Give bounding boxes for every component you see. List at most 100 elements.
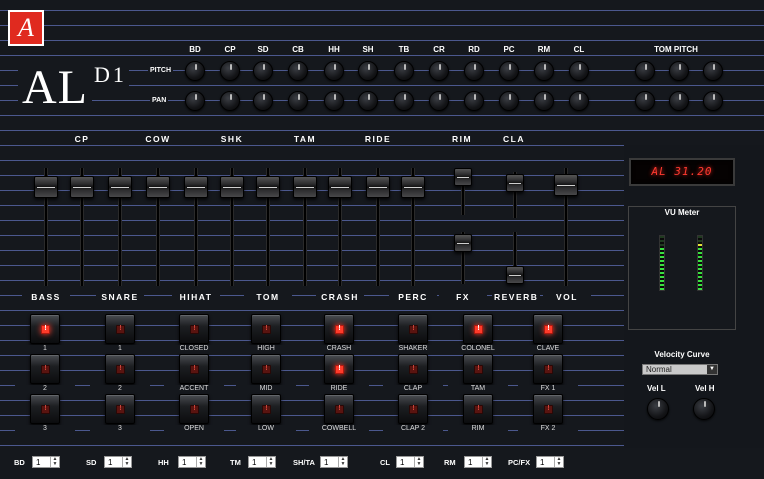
pitch-knob-cl[interactable]	[569, 61, 589, 81]
fader-handle-3[interactable]	[108, 176, 132, 198]
pad-3-3[interactable]	[179, 394, 209, 424]
midi-stepper-value: 1	[108, 458, 113, 467]
pad-led	[262, 405, 271, 414]
pan-knob-bd[interactable]	[185, 91, 205, 111]
stepper-arrows-icon[interactable]: ▲ ▼	[196, 457, 205, 467]
fader-handle-4[interactable]	[146, 176, 170, 198]
pad-2-3[interactable]	[179, 354, 209, 384]
stepper-arrows-icon[interactable]: ▲ ▼	[122, 457, 131, 467]
pad-1-8[interactable]	[533, 314, 563, 344]
pitch-knob-bd[interactable]	[185, 61, 205, 81]
tom-pan-knob-2[interactable]	[669, 91, 689, 111]
pan-knob-cl[interactable]	[569, 91, 589, 111]
pad-2-6[interactable]	[398, 354, 428, 384]
pad-1-6[interactable]	[398, 314, 428, 344]
velocity-curve-select[interactable]: Normal ▼	[642, 364, 718, 375]
vel-h-knob[interactable]	[693, 398, 715, 420]
pad-1-3[interactable]	[179, 314, 209, 344]
fx-upper-handle[interactable]	[454, 168, 472, 186]
pitch-knob-pc[interactable]	[499, 61, 519, 81]
stepper-arrows-icon[interactable]: ▲ ▼	[414, 457, 423, 467]
fader-handle-2[interactable]	[70, 176, 94, 198]
midi-stepper-bd[interactable]: 1 ▲ ▼	[32, 456, 60, 468]
fader-handle-11[interactable]	[401, 176, 425, 198]
fx-lower-handle[interactable]	[454, 234, 472, 252]
pitch-knob-cr[interactable]	[429, 61, 449, 81]
pad-2-8[interactable]	[533, 354, 563, 384]
stepper-arrows-icon[interactable]: ▲ ▼	[50, 457, 59, 467]
pad-1-5[interactable]	[324, 314, 354, 344]
pad-label-3-2: 3	[90, 425, 150, 432]
vu-segment	[698, 284, 702, 286]
pan-knob-cr[interactable]	[429, 91, 449, 111]
pitch-knob-sd[interactable]	[253, 61, 273, 81]
pad-3-6[interactable]	[398, 394, 428, 424]
tom-pan-knob-3[interactable]	[703, 91, 723, 111]
stepper-arrows-icon[interactable]: ▲ ▼	[266, 457, 275, 467]
pad-2-4[interactable]	[251, 354, 281, 384]
tom-pitch-knob-3[interactable]	[703, 61, 723, 81]
pad-3-1[interactable]	[30, 394, 60, 424]
pitch-knob-tb[interactable]	[394, 61, 414, 81]
midi-stepper-cl[interactable]: 1 ▲ ▼	[396, 456, 424, 468]
pan-knob-sh[interactable]	[358, 91, 378, 111]
pad-1-2[interactable]	[105, 314, 135, 344]
pad-3-7[interactable]	[463, 394, 493, 424]
stepper-arrows-icon[interactable]: ▲ ▼	[554, 457, 563, 467]
pitch-knob-rm[interactable]	[534, 61, 554, 81]
tom-pitch-knob-2[interactable]	[669, 61, 689, 81]
pad-2-5[interactable]	[324, 354, 354, 384]
pan-knob-rd[interactable]	[464, 91, 484, 111]
pitch-knob-cp[interactable]	[220, 61, 240, 81]
pad-led	[474, 405, 483, 414]
pan-knob-rm[interactable]	[534, 91, 554, 111]
pan-knob-cp[interactable]	[220, 91, 240, 111]
instrument-label-cl: CL	[569, 45, 589, 54]
fader-handle-1[interactable]	[34, 176, 58, 198]
midi-stepper-sh-ta[interactable]: 1 ▲ ▼	[320, 456, 348, 468]
pan-knob-tb[interactable]	[394, 91, 414, 111]
midi-stepper-tm[interactable]: 1 ▲ ▼	[248, 456, 276, 468]
mixer-upper-label-tam: TAM	[285, 134, 325, 144]
fader-handle-8[interactable]	[293, 176, 317, 198]
fader-handle-5[interactable]	[184, 176, 208, 198]
pan-knob-cb[interactable]	[288, 91, 308, 111]
pan-knob-sd[interactable]	[253, 91, 273, 111]
midi-stepper-rm[interactable]: 1 ▲ ▼	[464, 456, 492, 468]
pad-3-8[interactable]	[533, 394, 563, 424]
pan-knob-pc[interactable]	[499, 91, 519, 111]
pad-label-3-1: 3	[15, 425, 75, 432]
reverb-lower-handle[interactable]	[506, 266, 524, 284]
pad-1-7[interactable]	[463, 314, 493, 344]
midi-stepper-sd[interactable]: 1 ▲ ▼	[104, 456, 132, 468]
pad-3-4[interactable]	[251, 394, 281, 424]
pan-knob-hh[interactable]	[324, 91, 344, 111]
pad-1-1[interactable]	[30, 314, 60, 344]
vu-segment	[660, 244, 664, 246]
pitch-knob-cb[interactable]	[288, 61, 308, 81]
fader-handle-7[interactable]	[256, 176, 280, 198]
vel-l-knob[interactable]	[647, 398, 669, 420]
pad-3-5[interactable]	[324, 394, 354, 424]
fader-handle-6[interactable]	[220, 176, 244, 198]
pitch-knob-rd[interactable]	[464, 61, 484, 81]
pad-led	[116, 325, 125, 334]
pad-1-4[interactable]	[251, 314, 281, 344]
tom-pan-knob-1[interactable]	[635, 91, 655, 111]
stepper-arrows-icon[interactable]: ▲ ▼	[338, 457, 347, 467]
vu-segment	[660, 252, 664, 254]
midi-stepper-pc-fx[interactable]: 1 ▲ ▼	[536, 456, 564, 468]
pad-2-2[interactable]	[105, 354, 135, 384]
fader-handle-9[interactable]	[328, 176, 352, 198]
midi-stepper-hh[interactable]: 1 ▲ ▼	[178, 456, 206, 468]
pitch-knob-sh[interactable]	[358, 61, 378, 81]
stepper-arrows-icon[interactable]: ▲ ▼	[482, 457, 491, 467]
pad-2-1[interactable]	[30, 354, 60, 384]
fader-handle-10[interactable]	[366, 176, 390, 198]
reverb-upper-handle[interactable]	[506, 174, 524, 192]
pad-3-2[interactable]	[105, 394, 135, 424]
vol-fader-handle[interactable]	[554, 174, 578, 196]
pad-2-7[interactable]	[463, 354, 493, 384]
pitch-knob-hh[interactable]	[324, 61, 344, 81]
tom-pitch-knob-1[interactable]	[635, 61, 655, 81]
